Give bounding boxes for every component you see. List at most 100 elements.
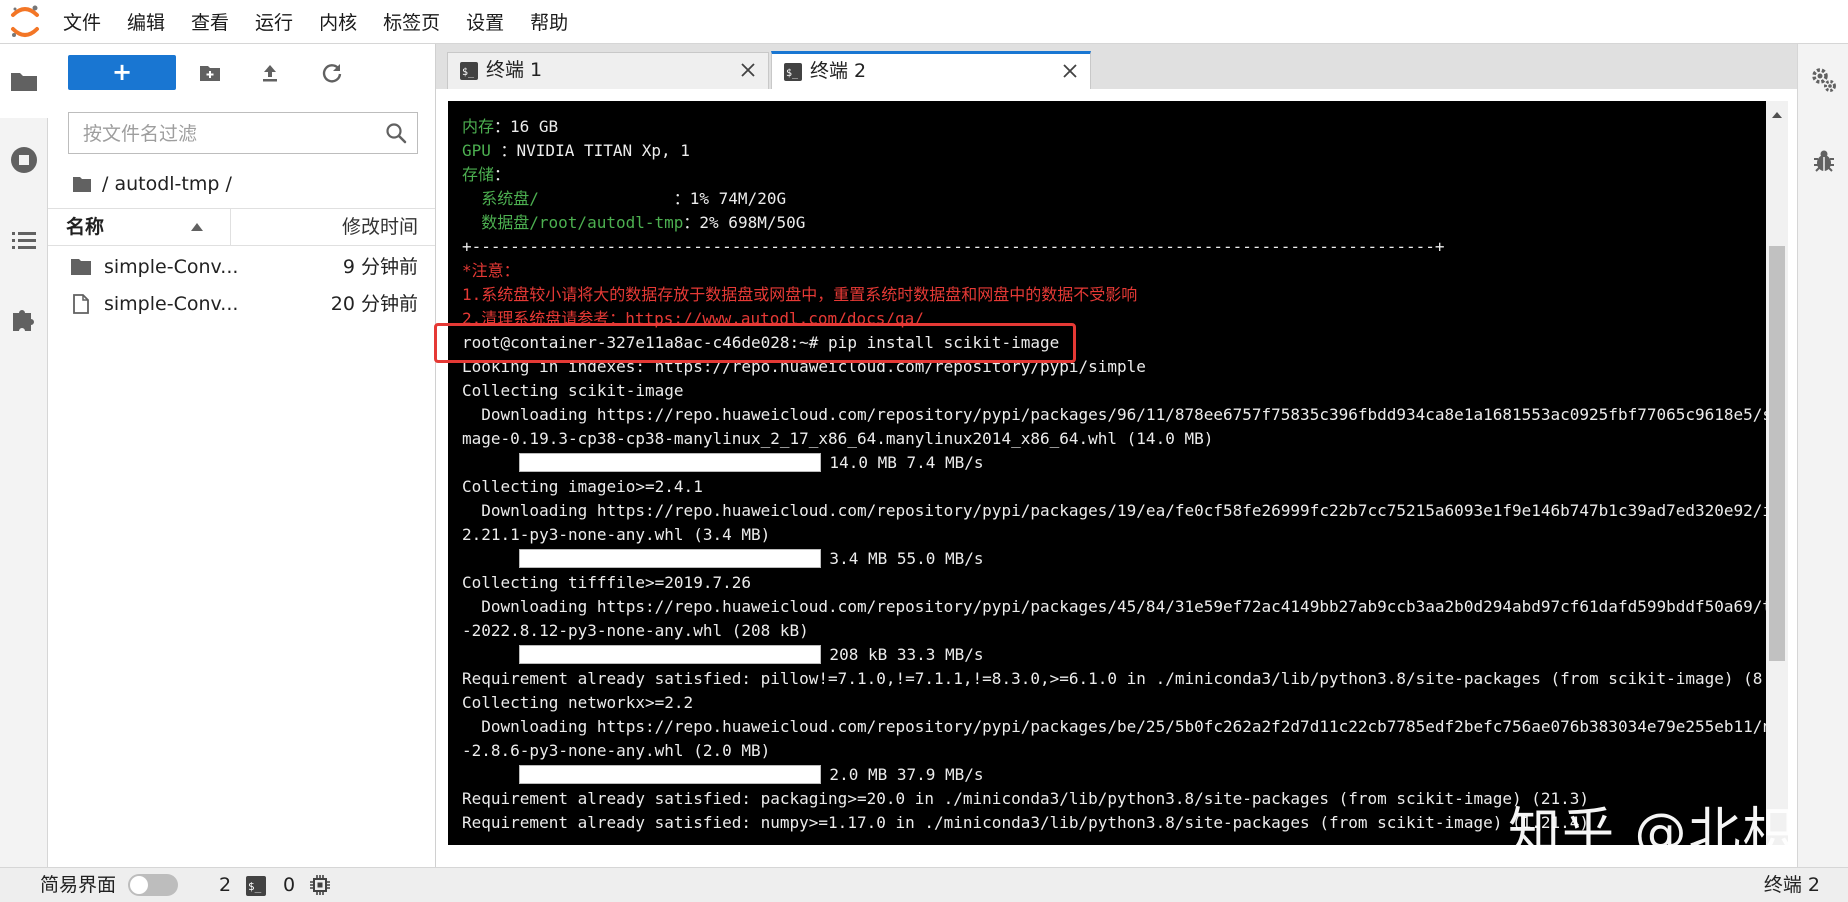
- download-progress-bar: [518, 453, 821, 472]
- kernel-count[interactable]: 2: [219, 868, 231, 902]
- download-progress-text: 2.0 MB 37.9 MB/s: [819, 765, 984, 784]
- terminal-output[interactable]: 内存：16 GB GPU ：NVIDIA TITAN Xp, 1 存储： 系统盘/ …: [448, 101, 1766, 845]
- jupyter-logo-icon[interactable]: [8, 4, 42, 40]
- debugger-bug-icon[interactable]: [1810, 147, 1838, 175]
- terminal-icon: $_: [460, 62, 478, 80]
- scroll-up-arrow-icon[interactable]: [1771, 110, 1783, 120]
- left-activity-bar: [0, 44, 48, 867]
- filter-box: [68, 112, 418, 154]
- terminal-text-segment: -2022.8.12-py3-none-any.whl (208 kB): [462, 621, 809, 640]
- terminal-text-segment: 1.系统盘较小请将大的数据存放于数据盘或网盘中，重置系统时数据盘和网盘中的数据不…: [462, 285, 1138, 304]
- terminal-line: -2.8.6-py3-none-any.whl (2.0 MB): [462, 739, 1766, 763]
- right-activity-bar: [1797, 44, 1848, 867]
- file-name: simple-Conv...: [104, 293, 239, 315]
- terminal-line: 2.21.1-py3-none-any.whl (3.4 MB): [462, 523, 1766, 547]
- tab-label: 终端 1: [486, 59, 543, 81]
- terminal-text-segment: Downloading https://repo.huaweicloud.com…: [462, 717, 1766, 736]
- annotation-highlight-box: [434, 323, 1076, 363]
- terminal-text-segment: 存储: [462, 165, 495, 184]
- menu-item-7[interactable]: 帮助: [517, 0, 581, 44]
- menu-item-2[interactable]: 查看: [178, 0, 242, 44]
- svg-text:$_: $_: [786, 68, 799, 79]
- file-list-item[interactable]: simple-Conv... 9 分钟前: [48, 249, 435, 286]
- menu-item-4[interactable]: 内核: [306, 0, 370, 44]
- terminal-line: 系统盘/ ：1% 74M/20G: [462, 187, 1766, 211]
- cpu-chip-icon[interactable]: [309, 874, 331, 896]
- terminal-text-segment: ：1% 74M/20G: [673, 189, 787, 208]
- terminal-line: -2022.8.12-py3-none-any.whl (208 kB): [462, 619, 1766, 643]
- scrollbar-thumb[interactable]: [1769, 246, 1785, 661]
- terminal-text-segment: -2.8.6-py3-none-any.whl (2.0 MB): [462, 741, 771, 760]
- breadcrumb-path[interactable]: / autodl-tmp /: [102, 173, 232, 195]
- terminal-text-segment: 2.21.1-py3-none-any.whl (3.4 MB): [462, 525, 771, 544]
- simple-mode-label: 简易界面: [40, 874, 117, 896]
- terminal-icon: $_: [784, 63, 802, 81]
- terminal-line: 208 kB 33.3 MB/s: [462, 643, 1766, 667]
- menu-item-5[interactable]: 标签页: [370, 0, 453, 44]
- new-launcher-button[interactable]: +: [68, 55, 176, 90]
- property-inspector-gears-icon[interactable]: [1810, 66, 1838, 94]
- column-header-modified[interactable]: 修改时间: [342, 209, 418, 246]
- terminal-line: 内存：16 GB: [462, 115, 1766, 139]
- menu-item-1[interactable]: 编辑: [114, 0, 178, 44]
- extension-puzzle-icon[interactable]: [9, 304, 39, 334]
- menu-item-0[interactable]: 文件: [50, 0, 114, 44]
- table-of-contents-icon[interactable]: [9, 226, 39, 256]
- file-list-item[interactable]: simple-Conv... 20 分钟前: [48, 286, 435, 323]
- terminal-text-segment: ：: [494, 165, 511, 184]
- terminal-text-segment: *注意：: [462, 261, 520, 280]
- upload-icon[interactable]: [258, 61, 282, 85]
- tab-terminal-1[interactable]: $_ 终端 1: [447, 52, 769, 89]
- terminal-text-segment: +---------------------------------------…: [462, 237, 1445, 256]
- search-icon[interactable]: [384, 121, 408, 145]
- download-progress-text: 3.4 MB 55.0 MB/s: [819, 549, 984, 568]
- filter-input[interactable]: [81, 119, 375, 149]
- terminal-text-segment: mage-0.19.3-cp38-cp38-manylinux_2_17_x86…: [462, 429, 1214, 448]
- terminal-scrollbar[interactable]: [1766, 101, 1788, 845]
- running-stop-icon[interactable]: [9, 145, 39, 175]
- terminal-text-segment: Requirement already satisfied: numpy>=1.…: [462, 813, 1590, 832]
- terminal-text-segment: ：16 GB: [494, 117, 559, 136]
- terminal-line: 1.系统盘较小请将大的数据存放于数据盘或网盘中，重置系统时数据盘和网盘中的数据不…: [462, 283, 1766, 307]
- download-progress-text: 208 kB 33.3 MB/s: [819, 645, 984, 664]
- terminal-line: Downloading https://repo.huaweicloud.com…: [462, 595, 1766, 619]
- menu-item-3[interactable]: 运行: [242, 0, 306, 44]
- terminal-line: Downloading https://repo.huaweicloud.com…: [462, 403, 1766, 427]
- terminal-icon[interactable]: $_: [246, 876, 266, 896]
- terminal-text-segment: ：2% 698M/50G: [683, 213, 806, 232]
- close-icon[interactable]: [1062, 63, 1078, 79]
- status-bar: 简易界面 2 $_ 0 终端 2: [0, 867, 1848, 902]
- terminal-line: mage-0.19.3-cp38-cp38-manylinux_2_17_x86…: [462, 427, 1766, 451]
- terminal-text-segment: Downloading https://repo.huaweicloud.com…: [462, 597, 1766, 616]
- terminal-text-segment: GPU: [462, 141, 501, 160]
- terminal-line: 14.0 MB 7.4 MB/s: [462, 451, 1766, 475]
- new-folder-icon[interactable]: [198, 61, 222, 85]
- menubar: 文件 编辑 查看 运行 内核 标签页 设置 帮助: [0, 0, 1848, 44]
- terminal-text-segment: 数据盘/root/autodl-tmp: [462, 213, 684, 232]
- terminal-text-segment: Collecting tifffile>=2019.7.26: [462, 573, 751, 592]
- close-icon[interactable]: [740, 62, 756, 78]
- terminal-count[interactable]: 0: [283, 868, 295, 902]
- tab-terminal-2[interactable]: $_ 终端 2: [771, 51, 1091, 89]
- terminal-text-segment: 内存: [462, 117, 495, 136]
- terminal-line: 3.4 MB 55.0 MB/s: [462, 547, 1766, 571]
- terminal-line: 数据盘/root/autodl-tmp：2% 698M/50G: [462, 211, 1766, 235]
- menu-item-6[interactable]: 设置: [453, 0, 517, 44]
- file-icon: [73, 294, 89, 314]
- status-current-tab: 终端 2: [1763, 874, 1820, 896]
- refresh-icon[interactable]: [320, 61, 344, 85]
- terminal-line: Collecting imageio>=2.4.1: [462, 475, 1766, 499]
- tab-bar: $_ 终端 1 $_ 终端 2: [436, 44, 1797, 89]
- simple-mode-toggle[interactable]: [128, 874, 178, 896]
- terminal-text-segment: Downloading https://repo.huaweicloud.com…: [462, 405, 1766, 424]
- file-list-header: 名称 修改时间: [48, 208, 435, 246]
- terminal-line: *注意：: [462, 259, 1766, 283]
- sort-ascending-icon[interactable]: [190, 221, 204, 233]
- download-progress-text: 14.0 MB 7.4 MB/s: [819, 453, 984, 472]
- breadcrumb[interactable]: / autodl-tmp /: [72, 169, 232, 199]
- column-header-name[interactable]: 名称: [66, 209, 104, 246]
- home-folder-icon[interactable]: [72, 175, 92, 193]
- folder-icon[interactable]: [9, 66, 39, 96]
- menu-bar-items: 文件 编辑 查看 运行 内核 标签页 设置 帮助: [50, 0, 581, 44]
- column-divider[interactable]: [230, 209, 231, 246]
